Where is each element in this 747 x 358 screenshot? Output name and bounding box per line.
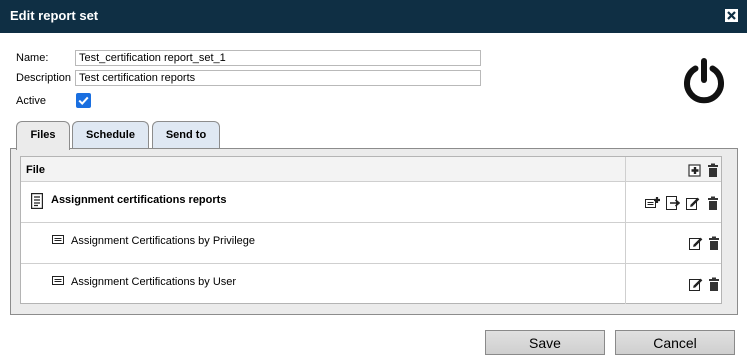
export-icon[interactable]	[666, 196, 680, 210]
description-label: Description	[16, 72, 72, 84]
list-item-label: Assignment Certifications by User	[71, 276, 237, 288]
active-checkbox[interactable]	[76, 93, 91, 108]
dialog-titlebar: Edit report set	[0, 0, 747, 33]
delete-icon[interactable]	[706, 163, 720, 177]
table-row[interactable]: Assignment certifications reports	[21, 182, 721, 223]
delete-icon[interactable]	[707, 236, 721, 250]
list-item-label: Assignment certifications reports	[51, 194, 227, 206]
table-row[interactable]: Assignment Certifications by Privilege	[21, 223, 721, 264]
add-file-icon[interactable]	[688, 163, 702, 177]
files-table: File Assignment certifications reports A…	[20, 156, 722, 304]
active-label: Active	[16, 95, 46, 107]
tab-send-to[interactable]: Send to	[152, 121, 220, 149]
dialog-title: Edit report set	[10, 8, 99, 23]
report-icon	[52, 235, 64, 245]
close-icon[interactable]	[725, 9, 738, 22]
table-header: File	[21, 157, 721, 182]
files-grid: File Assignment certifications reports A…	[20, 156, 740, 304]
edit-icon[interactable]	[686, 196, 700, 210]
delete-icon[interactable]	[707, 277, 721, 291]
tab-files[interactable]: Files	[16, 121, 70, 150]
add-report-icon[interactable]	[645, 196, 660, 210]
cancel-button[interactable]: Cancel	[615, 330, 735, 355]
report-icon	[52, 276, 64, 286]
list-item-label: Assignment Certifications by Privilege	[71, 235, 256, 247]
save-button[interactable]: Save	[485, 330, 605, 355]
column-header-file: File	[21, 157, 626, 181]
power-icon[interactable]	[680, 56, 728, 104]
edit-icon[interactable]	[689, 236, 703, 250]
edit-icon[interactable]	[689, 277, 703, 291]
table-row[interactable]: Assignment Certifications by User	[21, 264, 721, 304]
name-field[interactable]	[75, 50, 481, 66]
report-set-icon	[31, 193, 43, 209]
delete-icon[interactable]	[706, 196, 720, 210]
tab-schedule[interactable]: Schedule	[72, 121, 149, 149]
description-field[interactable]	[75, 70, 481, 86]
name-label: Name:	[16, 52, 49, 64]
